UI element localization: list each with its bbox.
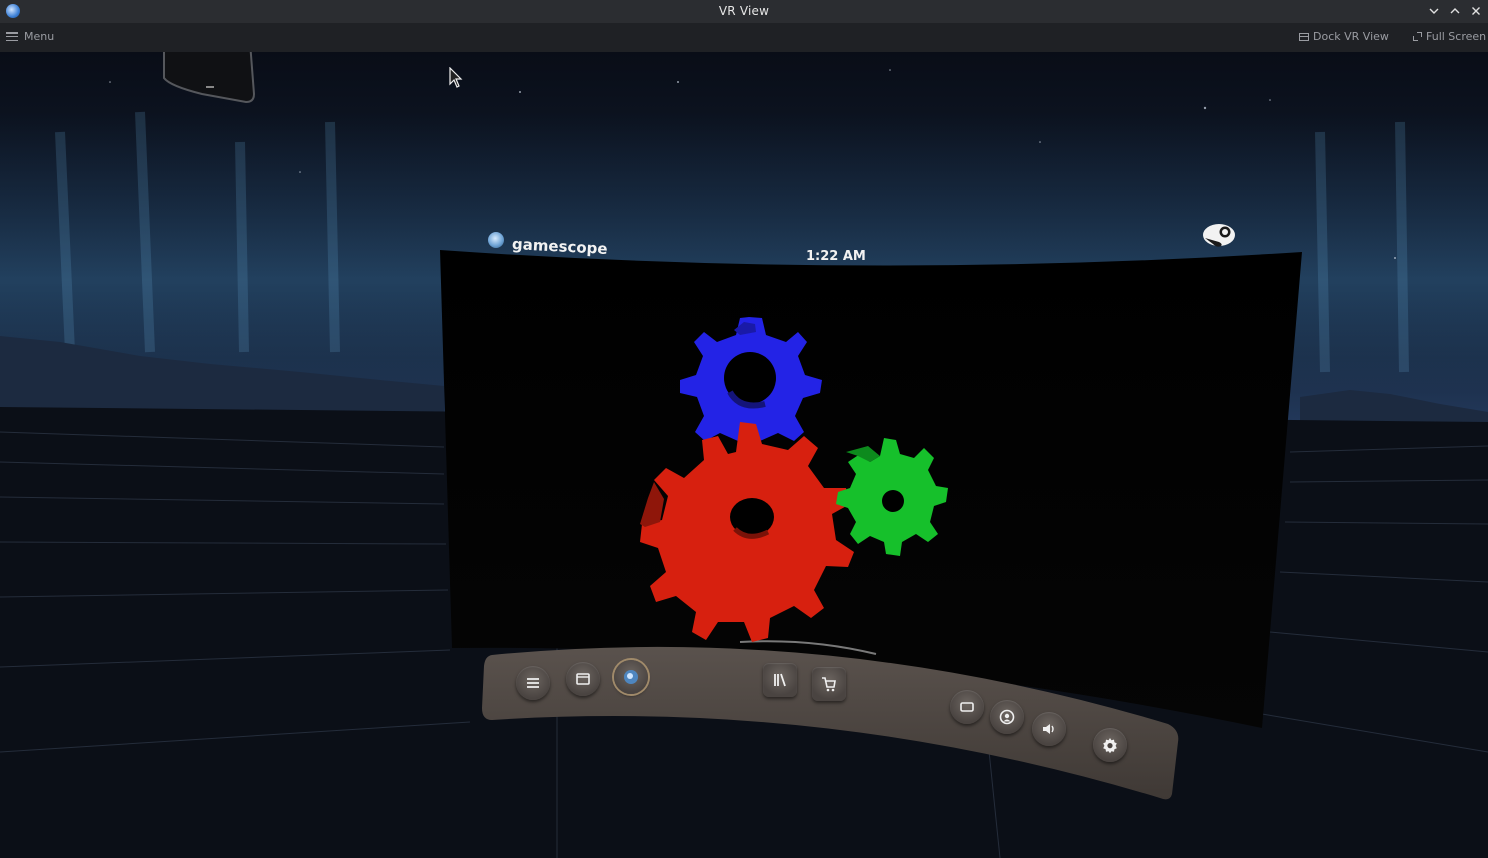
steam-logo-icon[interactable] — [1201, 222, 1237, 248]
dashboard-current-app-button[interactable] — [614, 660, 648, 694]
dock-icon — [1299, 32, 1309, 41]
menu-bar: Menu Dock VR View Full Screen — [0, 23, 1488, 52]
close-button[interactable] — [1468, 3, 1484, 19]
menu-label: Menu — [24, 30, 55, 43]
dashboard-window-button[interactable] — [566, 662, 600, 696]
menu-icon — [527, 678, 539, 688]
minimize-button[interactable] — [1426, 3, 1442, 19]
dock-label: Dock VR View — [1313, 30, 1389, 43]
maximize-button[interactable] — [1447, 3, 1463, 19]
close-icon — [1472, 7, 1480, 15]
settings-gear-icon — [1103, 738, 1117, 754]
dashboard-store-button[interactable] — [812, 667, 846, 701]
window-icon — [576, 673, 590, 685]
dashboard-library-button[interactable] — [763, 663, 797, 697]
fullscreen-label: Full Screen — [1426, 30, 1487, 43]
vr-environment — [0, 69, 1488, 858]
desktop-display-icon — [960, 702, 974, 712]
vr-scene-viewport[interactable]: gamescope 1:22 AM — [0, 52, 1488, 858]
friends-icon — [999, 709, 1015, 725]
vr-view-window: VR View Menu Dock VR View Full Screen ga… — [0, 0, 1488, 858]
menu-button[interactable]: Menu — [6, 30, 54, 43]
chevron-down-icon — [1429, 8, 1439, 14]
dashboard-volume-button[interactable] — [1032, 712, 1066, 746]
gamescope-app-icon — [624, 670, 638, 684]
volume-icon — [1043, 724, 1054, 734]
dashboard-desktop-button[interactable] — [950, 690, 984, 724]
mouse-cursor-icon — [449, 67, 463, 88]
hamburger-icon — [6, 32, 18, 41]
full-screen-button[interactable]: Full Screen — [1413, 30, 1486, 43]
dashboard-settings-button[interactable] — [1093, 728, 1127, 762]
title-bar: VR View — [0, 0, 1488, 23]
dock-vr-view-button[interactable]: Dock VR View — [1299, 30, 1389, 43]
gamescope-app-icon — [488, 232, 504, 248]
library-icon — [774, 673, 786, 687]
window-title: VR View — [718, 4, 770, 18]
expand-icon — [1413, 32, 1422, 41]
chevron-up-icon — [1450, 8, 1460, 14]
clock-label: 1:22 AM — [806, 249, 866, 264]
store-cart-icon — [822, 677, 836, 692]
floating-overlay-panel[interactable] — [158, 52, 256, 108]
dashboard-friends-button[interactable] — [990, 700, 1024, 734]
dashboard-menu-button[interactable] — [516, 666, 550, 700]
